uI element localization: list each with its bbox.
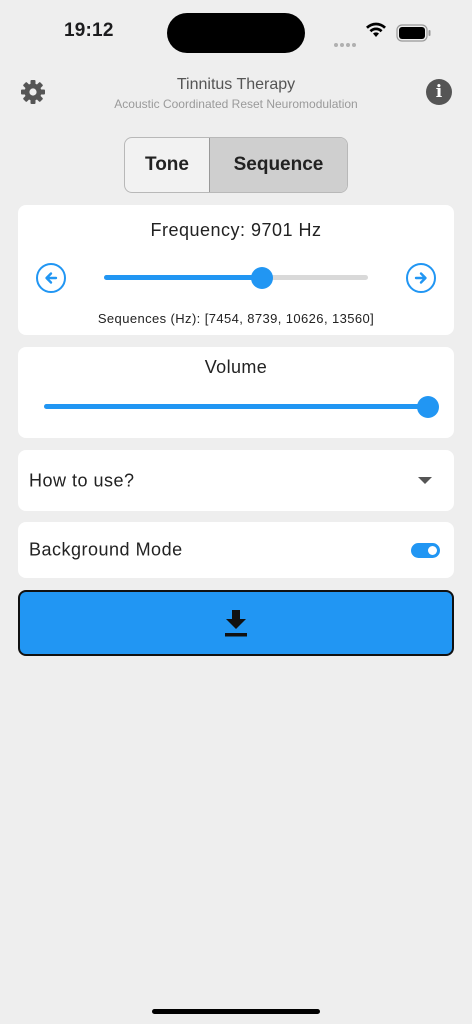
frequency-card: Frequency: 9701 Hz Sequences (Hz): [7454…	[18, 205, 454, 335]
volume-card: Volume	[18, 347, 454, 438]
background-mode-row: Background Mode	[18, 522, 454, 578]
how-to-use-label: How to use?	[29, 470, 135, 490]
tab-sequence[interactable]: Sequence	[210, 138, 347, 192]
next-frequency-button[interactable]	[406, 263, 436, 293]
app-subtitle: Acoustic Coordinated Reset Neuromodulati…	[114, 97, 358, 111]
cellular-signal-icon	[334, 34, 358, 52]
dynamic-island	[167, 13, 305, 53]
app-title: Tinnitus Therapy	[176, 76, 296, 93]
background-mode-label: Background Mode	[29, 539, 183, 560]
frequency-slider-thumb[interactable]	[251, 267, 274, 289]
volume-slider-fill	[44, 404, 428, 409]
frequency-slider-fill	[104, 275, 263, 280]
info-button[interactable]: i	[426, 79, 452, 105]
home-indicator	[152, 1009, 320, 1014]
volume-slider-thumb[interactable]	[417, 396, 439, 418]
app-screen: 19:12 Tinnitus Therapy Acoustic Coordina…	[0, 0, 472, 1024]
download-button[interactable]	[18, 590, 454, 656]
how-to-use-dropdown[interactable]: How to use?	[18, 450, 454, 511]
frequency-slider[interactable]	[104, 267, 368, 289]
info-icon: i	[435, 82, 443, 102]
tab-tone[interactable]: Tone	[125, 138, 210, 192]
download-icon	[225, 610, 247, 637]
arrow-left-icon	[45, 272, 58, 284]
mode-segmented-control: Tone Sequence	[124, 137, 348, 193]
status-time: 19:12	[64, 20, 114, 41]
battery-icon	[396, 24, 432, 47]
background-mode-toggle[interactable]	[411, 543, 440, 558]
arrow-right-icon	[414, 272, 427, 284]
volume-label: Volume	[204, 357, 268, 377]
wifi-icon	[365, 22, 387, 43]
sequences-list: Sequences (Hz): [7454, 8739, 10626, 1356…	[97, 311, 375, 326]
frequency-label: Frequency: 9701 Hz	[150, 220, 322, 240]
volume-slider[interactable]	[44, 396, 439, 418]
toggle-knob	[428, 546, 437, 555]
chevron-down-icon	[418, 477, 432, 484]
previous-frequency-button[interactable]	[36, 263, 66, 293]
